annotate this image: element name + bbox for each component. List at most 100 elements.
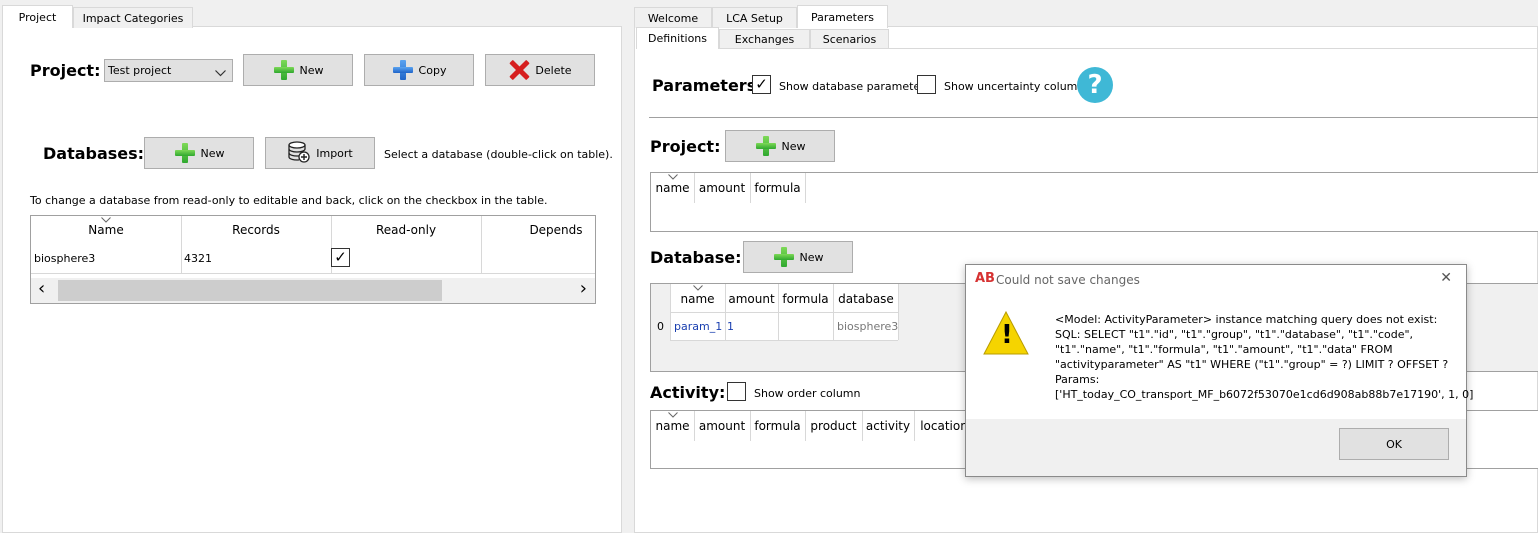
readonly-checkbox[interactable]: ✓	[331, 248, 350, 267]
button-label: New	[781, 139, 806, 153]
project-select[interactable]: Test project	[104, 59, 233, 82]
new-project-button[interactable]: New	[243, 54, 353, 86]
show-order-label: Show order column	[754, 387, 861, 400]
divider	[694, 173, 695, 203]
divider	[805, 411, 806, 441]
scroll-right-arrow[interactable]: ›	[580, 279, 587, 299]
divider	[805, 173, 806, 203]
tab-parameters[interactable]: Parameters	[797, 5, 888, 28]
database-import-icon	[287, 140, 311, 167]
show-uncertainty-checkbox[interactable]	[917, 75, 936, 94]
column-header-amount[interactable]: amount	[725, 292, 778, 306]
show-db-params-checkbox[interactable]: ✓	[752, 75, 771, 94]
divider	[181, 216, 182, 273]
select-database-hint: Select a database (double-click on table…	[384, 148, 613, 161]
column-header-formula[interactable]: formula	[778, 292, 833, 306]
app-logo-icon: AB	[975, 271, 995, 286]
sort-indicator-icon	[668, 412, 678, 418]
divider	[750, 411, 751, 441]
button-label: Copy	[418, 63, 447, 77]
delete-project-button[interactable]: Delete	[485, 54, 595, 86]
subtab-scenarios[interactable]: Scenarios	[810, 29, 889, 49]
dialog-footer: OK	[966, 419, 1466, 476]
column-header-name[interactable]: name	[651, 181, 694, 195]
column-header-depends[interactable]: Depends	[481, 223, 595, 237]
column-header-amount[interactable]: amount	[694, 419, 750, 433]
table-cell-records[interactable]: 4321	[184, 252, 212, 265]
warning-icon: !	[982, 310, 1030, 359]
show-order-checkbox[interactable]	[727, 382, 746, 401]
tab-label: Impact Categories	[82, 11, 184, 25]
new-database-button[interactable]: New	[144, 137, 254, 169]
parameters-heading: Parameters	[652, 76, 757, 95]
copy-project-button[interactable]: Copy	[364, 54, 474, 86]
show-db-params-label: Show database parameters	[779, 80, 931, 93]
help-icon[interactable]: ?	[1077, 67, 1113, 103]
column-header-name[interactable]: name	[651, 419, 694, 433]
project-params-heading: Project:	[650, 137, 721, 156]
error-dialog: AB Could not save changes ✕ ! <Model: Ac…	[965, 264, 1473, 477]
database-params-heading: Database:	[650, 248, 742, 267]
divider	[649, 117, 1538, 118]
table-cell-amount[interactable]: 1	[727, 320, 734, 333]
tab-label: Definitions	[648, 32, 707, 45]
tab-label: Parameters	[811, 10, 874, 24]
sort-indicator-icon	[693, 285, 703, 291]
ok-button[interactable]: OK	[1339, 428, 1449, 460]
tab-lca-setup[interactable]: LCA Setup	[712, 7, 797, 28]
subtab-exchanges[interactable]: Exchanges	[719, 29, 810, 49]
project-params-table[interactable]: name amount formula	[650, 172, 1538, 232]
tab-label: LCA Setup	[726, 11, 783, 25]
tab-label: Exchanges	[734, 33, 795, 46]
checkmark: ✓	[334, 248, 347, 266]
column-header-amount[interactable]: amount	[694, 181, 750, 195]
project-heading: Project:	[30, 61, 101, 80]
button-label: New	[299, 63, 324, 77]
column-header-readonly[interactable]: Read-only	[331, 223, 481, 237]
button-label: New	[200, 146, 225, 160]
button-label: New	[799, 250, 824, 264]
divider	[481, 216, 482, 273]
subtab-definitions[interactable]: Definitions	[636, 27, 719, 49]
table-cell-name[interactable]: biosphere3	[34, 252, 95, 265]
table-cell-name[interactable]: param_1	[674, 320, 722, 333]
button-label: OK	[1386, 437, 1402, 451]
app-logo-text: AB	[975, 271, 995, 286]
button-label: Delete	[535, 63, 572, 77]
dialog-title: Could not save changes	[996, 273, 1140, 287]
column-header-database[interactable]: database	[833, 292, 899, 306]
column-header-product[interactable]: product	[805, 419, 862, 433]
chevron-down-icon	[215, 67, 226, 80]
new-database-param-button[interactable]: New	[743, 241, 853, 273]
column-header-name[interactable]: name	[670, 292, 725, 306]
close-icon[interactable]: ✕	[1440, 270, 1452, 286]
column-header-activity[interactable]: activity	[862, 419, 914, 433]
splitter[interactable]	[624, 0, 632, 533]
scrollbar-thumb[interactable]	[58, 280, 442, 301]
tab-project[interactable]: Project	[2, 5, 73, 28]
divider	[914, 411, 915, 441]
divider	[862, 411, 863, 441]
column-header-records[interactable]: Records	[181, 223, 331, 237]
close-glyph: ✕	[1440, 270, 1452, 286]
horizontal-scrollbar[interactable]: ‹ ›	[31, 278, 595, 303]
sort-indicator-icon	[668, 174, 678, 180]
new-project-param-button[interactable]: New	[725, 130, 835, 162]
plus-icon	[174, 142, 196, 164]
plus-icon	[773, 246, 795, 268]
tab-label: Scenarios	[822, 33, 877, 46]
dialog-message: <Model: ActivityParameter> instance matc…	[1055, 313, 1474, 401]
column-header-name[interactable]: Name	[31, 223, 181, 237]
tab-welcome[interactable]: Welcome	[634, 7, 712, 28]
scroll-left-arrow[interactable]: ‹	[38, 279, 45, 299]
column-header-formula[interactable]: formula	[750, 419, 805, 433]
button-label: Import	[316, 146, 353, 160]
column-header-formula[interactable]: formula	[750, 181, 805, 195]
tab-impact-categories[interactable]: Impact Categories	[73, 7, 193, 28]
warning-glyph: !	[1001, 320, 1013, 350]
import-database-button[interactable]: Import	[265, 137, 375, 169]
activity-params-heading: Activity:	[650, 383, 726, 402]
show-uncertainty-label: Show uncertainty columns	[944, 80, 1091, 93]
databases-table[interactable]: Name Records Read-only Depends biosphere…	[30, 215, 596, 304]
table-cell-database[interactable]: biosphere3	[837, 320, 898, 333]
